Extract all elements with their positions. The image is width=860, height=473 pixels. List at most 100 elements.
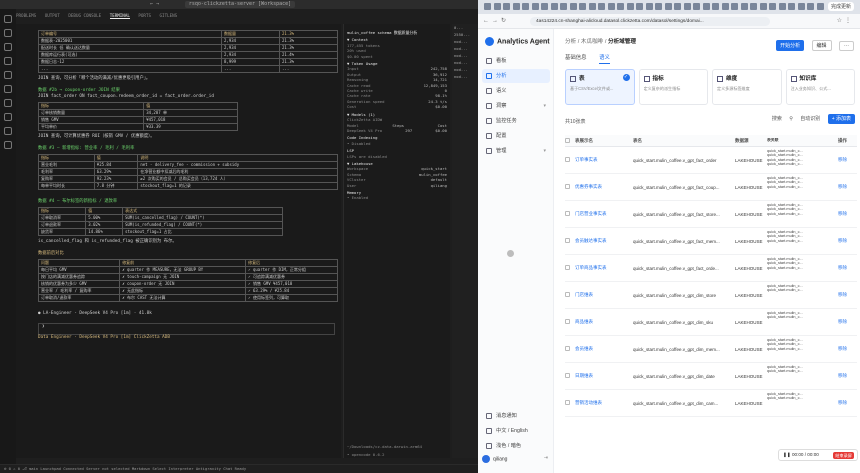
more-icon[interactable]: ⋯: [839, 41, 854, 51]
sidebar-item[interactable]: 洞察 ▾: [482, 99, 550, 113]
crumb-mulin-coffee[interactable]: 木瓜咖啡: [581, 39, 603, 45]
tab-debug-console[interactable]: DEBUG CONSOLE: [68, 13, 101, 18]
filter-icon[interactable]: ⚲: [789, 116, 793, 122]
browser-tab-icon[interactable]: [740, 3, 748, 10]
chat-icon[interactable]: [4, 141, 12, 149]
pause-icon[interactable]: ❚❚: [783, 452, 792, 457]
browser-tab-icon[interactable]: [683, 3, 691, 10]
sidebar-item-language[interactable]: 中文 / English: [482, 424, 550, 438]
browser-tab-icon[interactable]: [493, 3, 501, 10]
browser-tab-icon[interactable]: [712, 3, 719, 10]
browser-tab-icon[interactable]: [702, 3, 710, 10]
row-checkbox[interactable]: [565, 346, 570, 351]
browser-tab-icon[interactable]: [531, 3, 539, 10]
update-button[interactable]: 完成更新: [827, 2, 854, 11]
remove-button[interactable]: 移除: [829, 238, 847, 244]
browser-tab-icon[interactable]: [674, 3, 681, 10]
database-icon[interactable]: [4, 113, 12, 121]
sidebar-item[interactable]: 管理 ▾: [482, 144, 550, 158]
browser-tab-icon[interactable]: [816, 3, 824, 10]
tab-problems[interactable]: PROBLEMS: [16, 13, 36, 18]
browser-tab-icon[interactable]: [807, 3, 814, 10]
row-checkbox[interactable]: [565, 373, 570, 378]
sidebar-item[interactable]: 语义: [482, 84, 550, 98]
terminal-instance[interactable]: 0...: [454, 24, 478, 31]
terminal-instance[interactable]: nod...: [454, 66, 478, 73]
browser-tab-icon[interactable]: [769, 3, 776, 10]
table-display-name-link[interactable]: 门店维表: [575, 292, 633, 298]
tab-semantic[interactable]: 语义: [599, 55, 610, 64]
browser-tab-icon[interactable]: [626, 3, 634, 10]
start-analysis-button[interactable]: 开始分析: [776, 40, 805, 51]
tab-ports[interactable]: PORTS: [138, 13, 151, 18]
browser-tab-icon[interactable]: [645, 3, 653, 10]
browser-tab-icon[interactable]: [788, 3, 795, 10]
remove-button[interactable]: 移除: [829, 373, 847, 379]
row-checkbox[interactable]: [565, 265, 570, 270]
remove-button[interactable]: 移除: [829, 400, 847, 406]
browser-tab-icon[interactable]: [607, 3, 615, 10]
browser-tab-icon[interactable]: [541, 3, 548, 10]
remove-button[interactable]: 移除: [829, 292, 847, 298]
auto-detect-button[interactable]: 自动识别: [800, 116, 820, 122]
search-button[interactable]: 搜索: [772, 116, 782, 122]
crumb-analysis[interactable]: 分析: [565, 39, 576, 45]
tab-gitlens[interactable]: GITLENS: [160, 13, 178, 18]
extensions-icon[interactable]: [4, 71, 12, 79]
tab-terminal[interactable]: TERMINAL: [109, 13, 130, 19]
browser-tab-icon[interactable]: [550, 3, 558, 10]
terminal-instance[interactable]: nod...: [454, 73, 478, 80]
remove-button[interactable]: 移除: [829, 319, 847, 325]
type-card[interactable]: 指标 定义复杂的派生指标: [638, 69, 708, 105]
terminal-output[interactable]: 订单编号 数据量 21.3% 数据表-2025001 2,934 21.3% 配送时长 低 …: [16, 24, 341, 458]
tab-basic-info[interactable]: 基础信息: [565, 55, 587, 63]
source-control-icon[interactable]: [4, 43, 12, 51]
run-debug-icon[interactable]: [4, 57, 12, 65]
remove-button[interactable]: 移除: [829, 265, 847, 271]
sidebar-item-theme[interactable]: 浅色 / 暗色: [482, 439, 550, 453]
sidebar-item[interactable]: 监控任务: [482, 114, 550, 128]
browser-tab-icon[interactable]: [484, 3, 491, 10]
terminal-instance[interactable]: nod...: [454, 38, 478, 45]
browser-tab-icon[interactable]: [778, 3, 786, 10]
browser-tab-icon[interactable]: [522, 3, 529, 10]
browser-tab-icon[interactable]: [721, 3, 729, 10]
browser-tab-icon[interactable]: [655, 3, 662, 10]
stop-recording-button[interactable]: 结束录屏: [833, 452, 854, 459]
explorer-icon[interactable]: [4, 15, 12, 23]
command-center[interactable]: rsqo-clickzetta-server [Workspace]: [185, 1, 295, 8]
browser-tab-icon[interactable]: [693, 3, 700, 10]
toolbar-icons[interactable]: ☆⋮: [837, 17, 854, 24]
sidebar-item[interactable]: 配置: [482, 129, 550, 143]
row-checkbox[interactable]: [565, 292, 570, 297]
browser-tab-icon[interactable]: [569, 3, 577, 10]
terminal-instance[interactable]: nod...: [454, 52, 478, 59]
row-checkbox[interactable]: [565, 157, 570, 162]
sidebar-item[interactable]: 分析: [482, 69, 550, 83]
add-table-button[interactable]: + 添加表: [827, 114, 855, 124]
sidebar-item-notifications[interactable]: 消息通知: [482, 409, 550, 423]
remove-button[interactable]: 移除: [829, 184, 847, 190]
browser-tab-icon[interactable]: [503, 3, 510, 10]
browser-tab-icon[interactable]: [750, 3, 757, 10]
status-text[interactable]: ⊗ 0 ⚠ 0 ⎇ main Launchpad Connected Serve…: [4, 466, 246, 471]
type-card[interactable]: 表基于CSV/Excel文件或... ✓: [565, 69, 635, 105]
remote-icon[interactable]: [4, 85, 12, 93]
terminal-instance[interactable]: 2550...: [454, 31, 478, 38]
type-card[interactable]: 知识库 注入业务知识、公式...: [785, 69, 855, 105]
browser-tab-icon[interactable]: [617, 3, 624, 10]
browser-tab-icon[interactable]: [636, 3, 643, 10]
collapse-sidebar-icon[interactable]: ⇥: [544, 455, 548, 461]
browser-tab-icon[interactable]: [588, 3, 596, 10]
nav-buttons-icon[interactable]: ←→↻: [483, 17, 509, 24]
table-display-name-link[interactable]: 订单事实表: [575, 157, 633, 163]
browser-tab-icon[interactable]: [797, 3, 805, 10]
browser-tab-icon[interactable]: [731, 3, 738, 10]
address-bar[interactable]: 4as14224.cn-shanghai-alicloud.datasol.cl…: [530, 17, 770, 26]
chevron-down-icon[interactable]: ▾: [543, 99, 546, 113]
browser-tab-icon[interactable]: [579, 3, 586, 10]
table-display-name-link[interactable]: 商品维表: [575, 319, 633, 325]
edit-button[interactable]: 编辑: [811, 40, 832, 51]
docker-icon[interactable]: [4, 127, 12, 135]
table-display-name-link[interactable]: 会员触达事实表: [575, 238, 633, 244]
